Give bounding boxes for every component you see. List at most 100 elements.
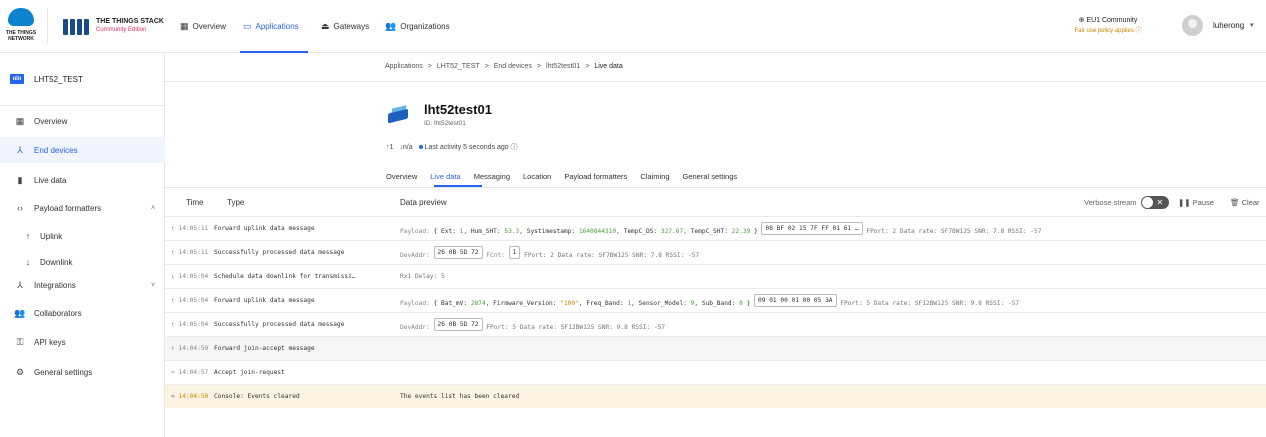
grid-icon: ▦ — [180, 20, 189, 31]
table-row[interactable]: ⇔ 14:04:57 Accept join-request — [165, 360, 1266, 384]
column-header-time: Time — [186, 198, 204, 207]
event-time: ↓ 14:05:04 — [171, 273, 209, 280]
sidebar-item-live-data[interactable]: ▮ Live data — [0, 167, 165, 193]
window-icon: ▭ — [243, 20, 252, 31]
sidebar-app-header: ıılıı LHT52_TEST — [0, 53, 165, 106]
table-row[interactable]: ↑ 14:05:04 Successfully processed data m… — [165, 312, 1266, 336]
event-preview: The events list has been cleared — [400, 393, 520, 400]
sidebar-item-integrations[interactable]: ⅄ Integrations ˅ — [0, 272, 165, 298]
chevron-down-icon: ˅ — [151, 281, 156, 289]
application-name: LHT52_TEST — [34, 75, 83, 84]
breadcrumb-item[interactable]: Applications — [385, 63, 423, 70]
sidebar-item-label: Uplink — [40, 231, 63, 241]
tab-overview[interactable]: Overview — [386, 170, 417, 188]
ttn-logo-text: THE THINGS NETWORK — [5, 30, 37, 42]
nav-organizations-label: Organizations — [400, 21, 450, 31]
grid-icon: ▦ — [15, 115, 25, 126]
tab-general-settings[interactable]: General settings — [683, 170, 738, 188]
sidebar-item-label: Integrations — [34, 280, 76, 290]
nav-gateways-label: Gateways — [333, 21, 370, 31]
sidebar-item-end-devices[interactable]: ⅄ End devices — [0, 137, 165, 163]
sidebar-item-uplink[interactable]: ↑ Uplink — [0, 223, 165, 249]
column-header-type: Type — [227, 198, 245, 207]
nav-organizations[interactable]: 👥 Organizations — [385, 19, 450, 33]
nav-overview-label: Overview — [192, 21, 226, 31]
sidebar-item-api-keys[interactable]: ⚿ API keys — [0, 329, 165, 355]
nav-gateways[interactable]: ⏏ Gateways — [321, 19, 369, 33]
device-stats: ↑1 ↓n/a Last activity 5 seconds ago ⓘ — [386, 142, 518, 152]
fcnt-value[interactable]: 1 — [508, 246, 521, 259]
sidebar-item-label: API keys — [34, 337, 66, 347]
table-row[interactable]: ↑ 14:04:59 Forward join-accept message — [165, 336, 1266, 360]
fair-use-policy-link[interactable]: Fair use policy applies ⓘ — [1060, 26, 1156, 36]
tab-claiming[interactable]: Claiming — [640, 170, 669, 188]
breadcrumb-separator: > — [484, 63, 489, 70]
arrow-up-icon: ↑ — [25, 231, 31, 241]
tab-payload-formatters[interactable]: Payload formatters — [564, 170, 627, 188]
chevron-down-icon[interactable]: ▾ — [1250, 21, 1254, 29]
breadcrumb-separator: > — [427, 63, 432, 70]
nav-applications-label: Applications — [255, 21, 299, 31]
sidebar-item-overview[interactable]: ▦ Overview — [0, 108, 165, 134]
sidebar-item-general-settings[interactable]: ⚙ General settings — [0, 359, 165, 385]
breadcrumb-separator: > — [585, 63, 590, 70]
sidebar-item-collaborators[interactable]: 👥 Collaborators — [0, 300, 165, 326]
sidebar-item-label: Downlink — [40, 257, 73, 267]
sidebar-item-label: Payload formatters — [34, 203, 102, 213]
people-icon: 👥 — [14, 307, 26, 318]
breadcrumb: Applications > LHT52_TEST > End devices … — [385, 63, 623, 70]
key-icon: ⚿ — [16, 336, 24, 347]
breadcrumb-current: Live data — [594, 63, 623, 70]
last-activity: Last activity 5 seconds ago ⓘ — [418, 142, 518, 152]
nav-applications[interactable]: ▭ Applications — [243, 19, 299, 33]
application-icon: ıılıı — [10, 74, 24, 84]
activity-dot-icon — [418, 145, 423, 149]
ttn-logo[interactable]: THE THINGS NETWORK — [4, 8, 38, 44]
arrow-up-icon: ↑ — [171, 297, 175, 304]
clear-button[interactable]: 🗑 Clear — [1230, 198, 1260, 207]
event-time: ↑ 14:05:11 — [171, 249, 209, 256]
table-row[interactable]: ↑ 14:05:11 Forward uplink data message P… — [165, 216, 1266, 240]
table-row[interactable]: ↓ 14:05:04 Schedule data downlink for tr… — [165, 264, 1266, 288]
devaddr-value[interactable]: 26 0B 5D 72 — [433, 318, 483, 331]
device-image — [386, 105, 410, 125]
breadcrumb-item[interactable]: LHT52_TEST — [437, 63, 480, 70]
top-navigation-bar: THE THINGS NETWORK THE THINGS STACK Comm… — [0, 0, 1266, 53]
sidebar-item-payload-formatters[interactable]: ‹› Payload formatters ˄ — [0, 195, 165, 221]
tab-location[interactable]: Location — [523, 170, 551, 188]
event-type: Forward join-accept message — [214, 345, 315, 352]
chart-icon: ▮ — [17, 174, 23, 185]
raw-payload-hex[interactable]: 09 01 00 01 00 05 3A — [754, 294, 837, 307]
table-row[interactable]: ⇆ 14:04:50 Console: Events cleared The e… — [165, 384, 1266, 408]
nav-overview[interactable]: ▦ Overview — [180, 19, 226, 33]
pause-button[interactable]: ❚❚ Pause — [1178, 198, 1214, 207]
verbose-stream-toggle[interactable]: Verbose stream ✕ — [1084, 196, 1169, 209]
toggle-switch[interactable]: ✕ — [1140, 196, 1169, 209]
raw-payload-hex[interactable]: 08 BF 02 15 7F FF 01 61 … — [761, 222, 863, 235]
event-time: ↑ 14:05:11 — [171, 225, 209, 232]
arrow-up-icon: ↑ — [171, 345, 175, 352]
arrow-up-icon: ↑ — [171, 225, 175, 232]
end-devices-icon: ⅄ — [17, 144, 23, 155]
breadcrumb-item[interactable]: End devices — [494, 63, 532, 70]
breadcrumb-separator: > — [536, 63, 541, 70]
username[interactable]: luherong — [1213, 21, 1244, 30]
integrations-icon: ⅄ — [17, 279, 23, 290]
toggle-knob — [1141, 197, 1153, 208]
arrow-up-icon: ↑ — [171, 249, 175, 256]
cluster-selector[interactable]: ⊕ EU1 Community Fair use policy applies … — [1060, 16, 1156, 36]
gear-icon: ⚙ — [15, 366, 25, 377]
table-row[interactable]: ↑ 14:05:04 Forward uplink data message P… — [165, 288, 1266, 312]
pause-icon: ❚❚ — [1178, 198, 1191, 207]
tts-subtitle: Community Edition — [96, 27, 147, 33]
events-list: ↑ 14:05:11 Forward uplink data message P… — [165, 216, 1266, 408]
tts-logo-icon[interactable] — [63, 19, 91, 35]
table-row[interactable]: ↑ 14:05:11 Successfully processed data m… — [165, 240, 1266, 264]
devaddr-value[interactable]: 26 0B 5D 72 — [433, 246, 483, 259]
breadcrumb-item[interactable]: lht52test01 — [546, 63, 580, 70]
avatar[interactable] — [1182, 15, 1203, 36]
cleared-icon: ⇆ — [171, 393, 175, 400]
tts-brand: THE THINGS STACK Community Edition — [96, 17, 168, 35]
sidebar-item-label: Collaborators — [34, 308, 82, 318]
event-time: ↑ 14:05:04 — [171, 297, 209, 304]
